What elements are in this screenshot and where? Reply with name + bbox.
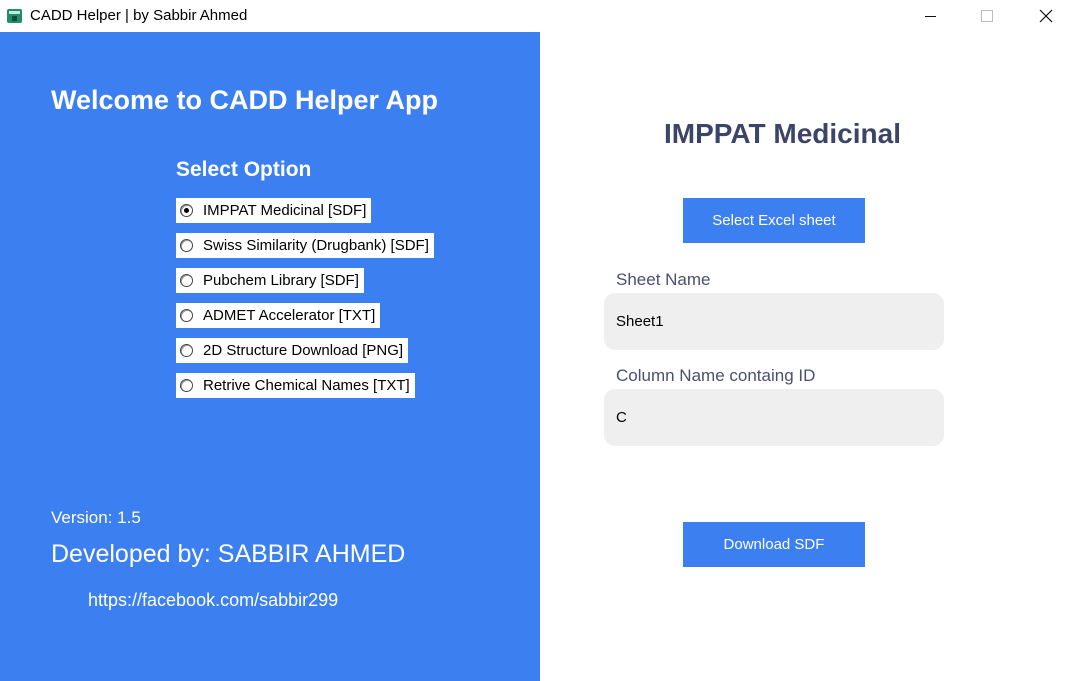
download-sdf-button[interactable]: Download SDF [683,522,865,567]
app-icon [7,9,22,23]
developer-credit: Developed by: SABBIR AHMED [51,540,406,568]
sheet-name-input[interactable] [604,293,944,350]
option-imppat-medicinal[interactable]: IMPPAT Medicinal [SDF] [176,198,372,223]
option-2d-structure-download[interactable]: 2D Structure Download [PNG] [176,338,409,363]
minimize-button[interactable] [907,0,953,32]
facebook-link[interactable]: https://facebook.com/sabbir299 [88,590,338,611]
option-admet-accelerator[interactable]: ADMET Accelerator [TXT] [176,303,381,328]
radio-icon[interactable] [180,274,193,287]
option-label: Retrive Chemical Names [TXT] [203,377,410,394]
option-label: ADMET Accelerator [TXT] [203,307,376,324]
option-label: 2D Structure Download [PNG] [203,342,404,359]
sidebar-panel: Welcome to CADD Helper App Select Option… [0,32,540,681]
option-label: Swiss Similarity (Drugbank) [SDF] [203,237,429,254]
column-name-label: Column Name containg ID [616,366,816,385]
close-button[interactable] [1022,0,1068,32]
page-title: IMPPAT Medicinal [664,118,901,149]
close-icon [1039,9,1053,23]
radio-icon[interactable] [180,379,193,392]
select-excel-button[interactable]: Select Excel sheet [683,198,865,243]
select-option-heading: Select Option [176,158,312,181]
version-text: Version: 1.5 [51,508,141,527]
radio-icon[interactable] [180,344,193,357]
maximize-button[interactable] [964,0,1010,32]
radio-icon[interactable] [180,239,193,252]
window-title: CADD Helper | by Sabbir Ahmed [30,7,248,24]
title-bar: CADD Helper | by Sabbir Ahmed [0,0,1075,32]
option-label: IMPPAT Medicinal [SDF] [203,202,367,219]
option-retrive-chemical-names[interactable]: Retrive Chemical Names [TXT] [176,373,415,398]
sheet-name-label: Sheet Name [616,270,711,289]
option-swiss-similarity[interactable]: Swiss Similarity (Drugbank) [SDF] [176,233,434,258]
option-label: Pubchem Library [SDF] [203,272,359,289]
radio-selected-icon[interactable] [180,204,193,217]
radio-icon[interactable] [180,309,193,322]
app-window: CADD Helper | by Sabbir Ahmed Welcome to… [0,0,1075,681]
column-name-input[interactable] [604,389,944,446]
welcome-heading: Welcome to CADD Helper App [51,85,439,115]
option-pubchem-library[interactable]: Pubchem Library [SDF] [176,268,364,293]
